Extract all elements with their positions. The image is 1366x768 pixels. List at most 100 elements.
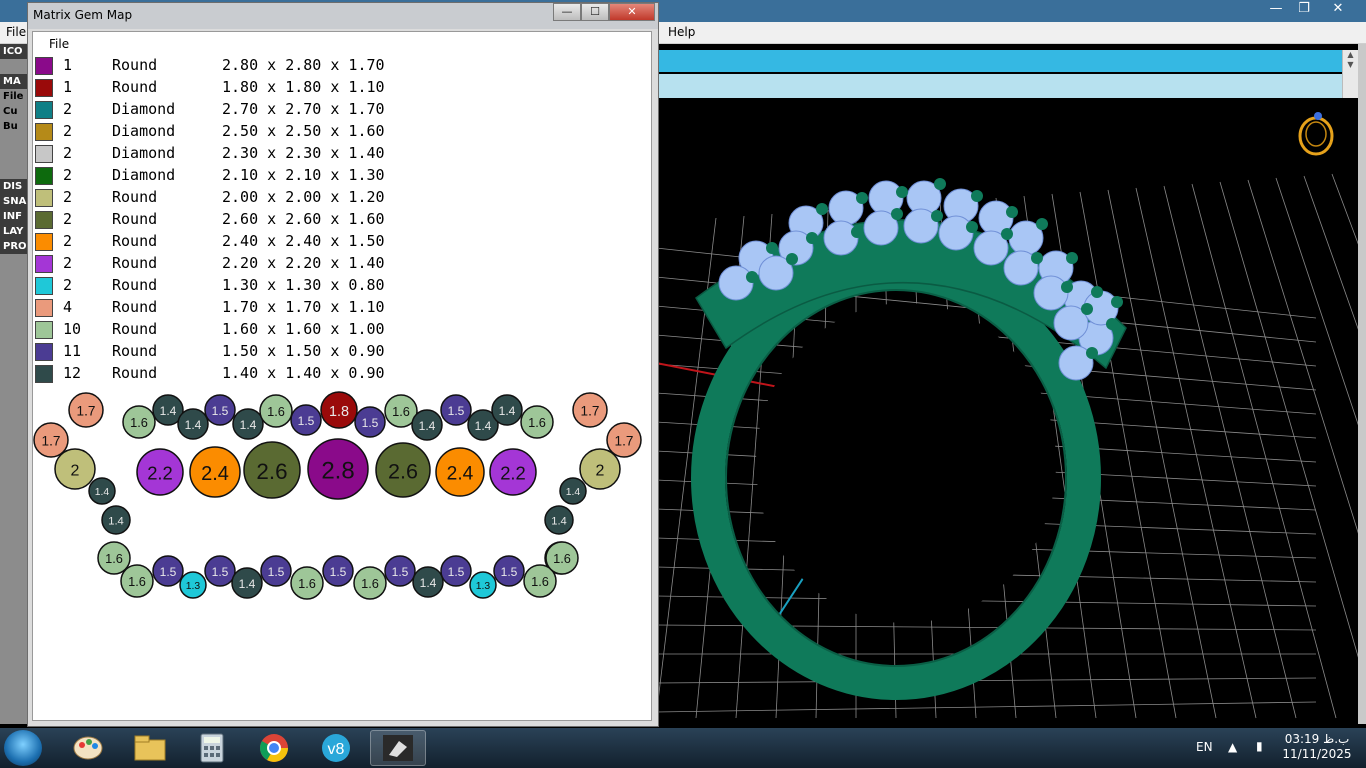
right-edge (1358, 44, 1366, 724)
gem-map-label: 1.6 (130, 415, 148, 430)
start-orb-icon[interactable] (4, 730, 42, 766)
gem-map-label: 2.6 (388, 459, 418, 484)
ring-model[interactable] (691, 178, 1127, 700)
gem-map-stone: 2.2 (489, 448, 537, 496)
gem-map-label: 1.3 (476, 581, 491, 592)
gem-map-label: 1.6 (531, 574, 549, 589)
explorer-icon[interactable] (122, 730, 178, 766)
clock-date: 11/11/2025 (1282, 747, 1352, 761)
svg-text:v8: v8 (328, 741, 345, 758)
gem-map-stone: 1.4 (412, 566, 444, 598)
panel-item[interactable]: INF (0, 209, 28, 224)
paint-icon[interactable] (60, 730, 116, 766)
panel-item[interactable] (0, 164, 28, 179)
gem-map-label: 2.2 (500, 462, 526, 483)
gem-map-stone: 1.8 (320, 391, 358, 429)
3d-viewport[interactable] (656, 98, 1358, 720)
menu-help[interactable]: Help (668, 25, 695, 39)
close-icon[interactable]: ✕ (1318, 0, 1358, 18)
minimize-icon[interactable]: — (1262, 0, 1290, 18)
gem-map-stone: 1.4 (491, 394, 523, 426)
gem-map-label: 1.7 (42, 433, 61, 448)
v8-icon[interactable]: v8 (308, 730, 364, 766)
gem-map-stone: 1.4 (101, 505, 131, 535)
panel-item[interactable]: ICO (0, 44, 28, 59)
gem-map-stone: 1.5 (440, 394, 472, 426)
gem-map-stone: 1.5 (354, 406, 386, 438)
gem-map-label: 2.6 (256, 459, 287, 484)
gem-map-stone: 1.6 (122, 405, 156, 439)
gem-map-label: 1.5 (330, 565, 347, 579)
gem-layout-map: 1.7 1.6 1.4 1.4 1.5 1.4 1.6 1.5 1.8 1.5 1.6 1.4 1.5 1… (33, 391, 642, 600)
clock[interactable]: 03:19 ب.ظ 11/11/2025 (1282, 732, 1352, 762)
gem-map-stone: 1.5 (322, 555, 354, 587)
gem-map-stone: 1.5 (204, 394, 236, 426)
panel-item[interactable]: SNA (0, 194, 28, 209)
panel-item[interactable]: MA (0, 74, 28, 89)
gem-map-label: 1.4 (185, 418, 202, 432)
maximize-button[interactable]: ☐ (581, 3, 609, 21)
viewport-canvas[interactable] (656, 98, 1358, 720)
taskbar: v8 EN ▲ ▮ 03:19 ب.ظ 11/11/2025 (0, 728, 1366, 768)
gem-map-stone: 1.6 (259, 394, 293, 428)
panel-item[interactable] (0, 59, 28, 74)
restore-icon[interactable]: ❐ (1290, 0, 1318, 18)
gem-map-label: 1.5 (212, 404, 229, 418)
show-hidden-icons-icon[interactable]: ▲ (1228, 740, 1237, 754)
panel-item[interactable]: DIS (0, 179, 28, 194)
gem-map-stone: 2.4 (189, 446, 241, 498)
ring-opening (756, 303, 1056, 623)
panel-item[interactable]: Bu (0, 119, 28, 134)
gem-map-stone: 1.5 (152, 555, 184, 587)
chrome-icon[interactable] (246, 730, 302, 766)
gem-map-label: 1.6 (298, 576, 316, 591)
gem-map-titlebar[interactable]: Matrix Gem Map — ☐ ✕ (28, 3, 658, 29)
gem-map-stone: 1.5 (493, 555, 525, 587)
panel-item[interactable]: PRO (0, 239, 28, 254)
gem-map-stone: 2.2 (136, 448, 184, 496)
gem-map-stone: 1.5 (384, 555, 416, 587)
gem-map-stone: 1.4 (88, 477, 116, 505)
calculator-icon[interactable] (184, 730, 240, 766)
gem-map-label: 1.4 (419, 419, 436, 433)
gem-map-label: 1.4 (160, 404, 177, 418)
gem-map-stone: 2 (54, 448, 96, 490)
gem-map-stone: 1.4 (232, 408, 264, 440)
gem-map-label: 1.4 (239, 577, 256, 591)
gem-map-label: 1.4 (566, 487, 581, 498)
gem-map-stone: 1.7 (33, 422, 69, 458)
gem-map-label: 1.5 (212, 565, 229, 579)
gem-map-label: 2.2 (147, 462, 173, 483)
gem-map-window[interactable]: Matrix Gem Map — ☐ ✕ File 1 Round 2.80 x 2… (27, 2, 659, 727)
menu-file[interactable]: File (6, 25, 26, 39)
gem-map-label: 1.6 (392, 404, 410, 419)
gem-map-label: 1.4 (499, 404, 516, 418)
panel-item[interactable]: File (0, 89, 28, 104)
prompt-bar[interactable] (656, 74, 1342, 98)
gem-map-label: 1.4 (551, 515, 567, 527)
gem-map-stone: 1.7 (68, 392, 104, 428)
scroll-up-icon[interactable]: ▲ (1343, 50, 1358, 60)
gem-map-label: 1.7 (581, 403, 600, 418)
panel-item[interactable] (0, 149, 28, 164)
gem-map-stone: 1.7 (606, 422, 642, 458)
gem-map-stone: 2 (579, 448, 621, 490)
minimize-button[interactable]: — (553, 3, 581, 21)
language-indicator[interactable]: EN (1196, 740, 1213, 754)
command-bar[interactable] (656, 50, 1342, 72)
close-button[interactable]: ✕ (609, 3, 655, 21)
view-cube-ring-icon[interactable] (1298, 112, 1334, 156)
matrix-icon[interactable] (370, 730, 426, 766)
command-scrollbar[interactable]: ▲ ▼ (1342, 50, 1358, 98)
panel-item[interactable] (0, 134, 28, 149)
gem-map-stone: 1.4 (411, 409, 443, 441)
panel-item[interactable]: LAY (0, 224, 28, 239)
gem-map-label: 1.6 (528, 415, 546, 430)
gem-map-label: 1.5 (448, 565, 465, 579)
gem-map-label: 1.5 (160, 565, 177, 579)
panel-item[interactable]: Cu (0, 104, 28, 119)
gem-map-label: 2.8 (321, 458, 354, 485)
gem-map-label: 1.6 (128, 574, 146, 589)
scroll-down-icon[interactable]: ▼ (1343, 60, 1358, 70)
battery-icon[interactable]: ▮ (1256, 739, 1263, 753)
